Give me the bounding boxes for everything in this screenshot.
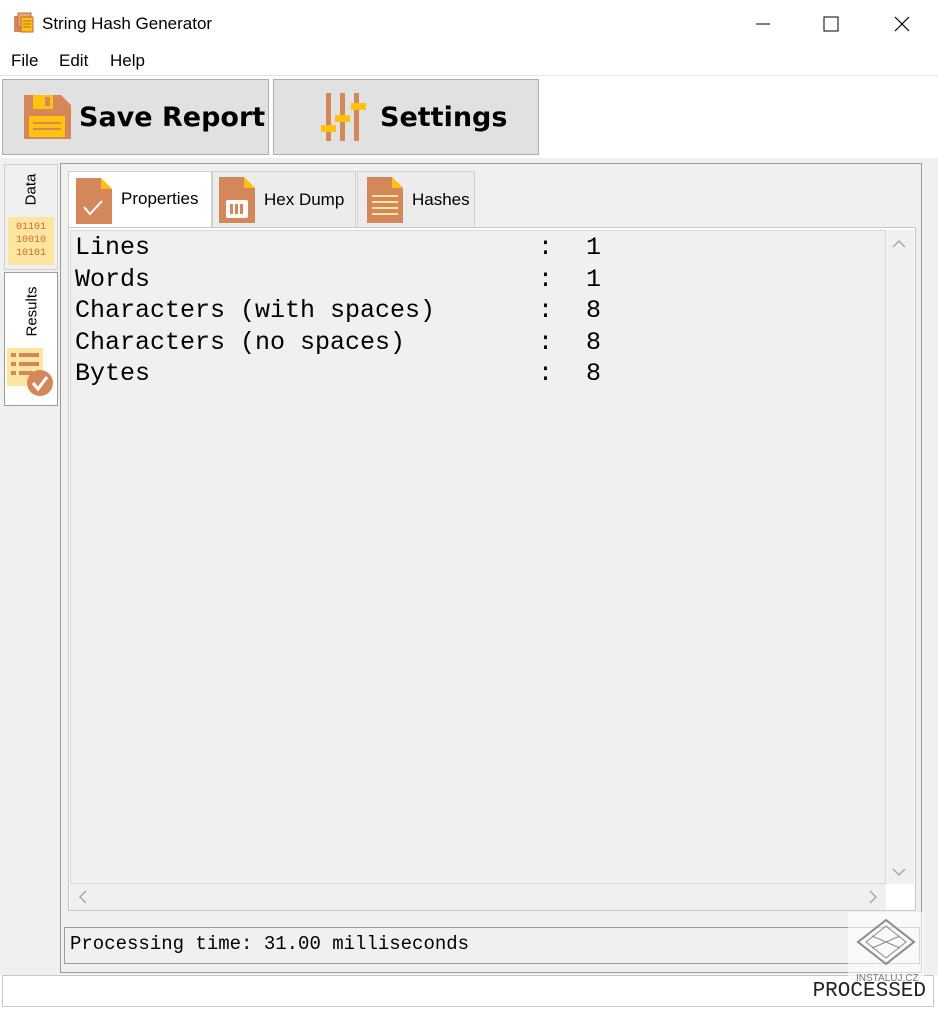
property-label: Lines (75, 233, 151, 262)
property-value: 1 (586, 233, 602, 262)
horizontal-scrollbar[interactable] (70, 884, 886, 910)
property-separator: : (538, 233, 554, 262)
minimize-icon (756, 23, 770, 24)
close-icon (894, 16, 910, 31)
property-separator: : (538, 265, 554, 294)
close-button[interactable] (879, 0, 925, 47)
tab-hashes-label: Hashes (412, 189, 470, 209)
watermark-text: INSTALUJ.CZ (856, 973, 919, 984)
property-value: 8 (586, 359, 602, 388)
property-label: Words (75, 265, 151, 294)
tab-properties[interactable]: Properties (68, 171, 212, 229)
property-separator: : (538, 328, 554, 357)
save-report-button[interactable]: Save Report (2, 79, 269, 155)
window-title: String Hash Generator (42, 14, 213, 33)
property-label: Bytes (75, 359, 151, 388)
results-checklist-icon (7, 348, 53, 396)
memory-chip-icon (219, 176, 255, 223)
scroll-up-icon[interactable] (892, 236, 906, 252)
settings-button[interactable]: Settings (273, 79, 539, 155)
property-label: Characters (no spaces) (75, 328, 406, 357)
vertical-scrollbar[interactable] (886, 230, 914, 884)
property-value: 1 (586, 265, 602, 294)
menu-file[interactable]: File (11, 51, 38, 71)
tab-hex-dump-label: Hex Dump (264, 189, 345, 209)
document-check-icon (76, 177, 112, 224)
maximize-button[interactable] (808, 0, 854, 47)
maximize-icon (823, 16, 839, 31)
side-tab-results[interactable]: Results (4, 272, 58, 406)
scroll-left-icon[interactable] (78, 890, 88, 907)
scroll-right-icon[interactable] (868, 890, 878, 907)
status-bar (2, 975, 934, 1007)
binary-data-icon: 01101 10010 10101 (8, 217, 54, 265)
tab-hashes[interactable]: Hashes (357, 171, 475, 228)
save-report-label: Save Report (79, 101, 266, 133)
processing-status-text: Processing time: 31.00 milliseconds (70, 933, 470, 955)
property-separator: : (538, 296, 554, 325)
tab-properties-label: Properties (121, 188, 199, 208)
property-value: 8 (586, 296, 602, 325)
app-icon (12, 11, 36, 35)
sliders-icon (321, 93, 366, 141)
minimize-button[interactable] (740, 0, 786, 47)
settings-label: Settings (380, 101, 508, 133)
scroll-down-icon[interactable] (892, 864, 906, 880)
document-lines-icon (367, 176, 403, 223)
menu-help[interactable]: Help (110, 51, 145, 71)
menu-edit[interactable]: Edit (59, 51, 88, 71)
property-value: 8 (586, 328, 602, 357)
property-separator: : (538, 359, 554, 388)
side-tab-data[interactable]: Data 01101 10010 10101 (4, 164, 58, 270)
side-tab-data-label: Data (22, 173, 40, 206)
property-label: Characters (with spaces) (75, 296, 436, 325)
side-tab-results-label: Results (23, 286, 41, 337)
floppy-disk-icon (24, 95, 71, 139)
watermark-logo (848, 912, 924, 976)
tab-hex-dump[interactable]: Hex Dump (212, 171, 356, 228)
